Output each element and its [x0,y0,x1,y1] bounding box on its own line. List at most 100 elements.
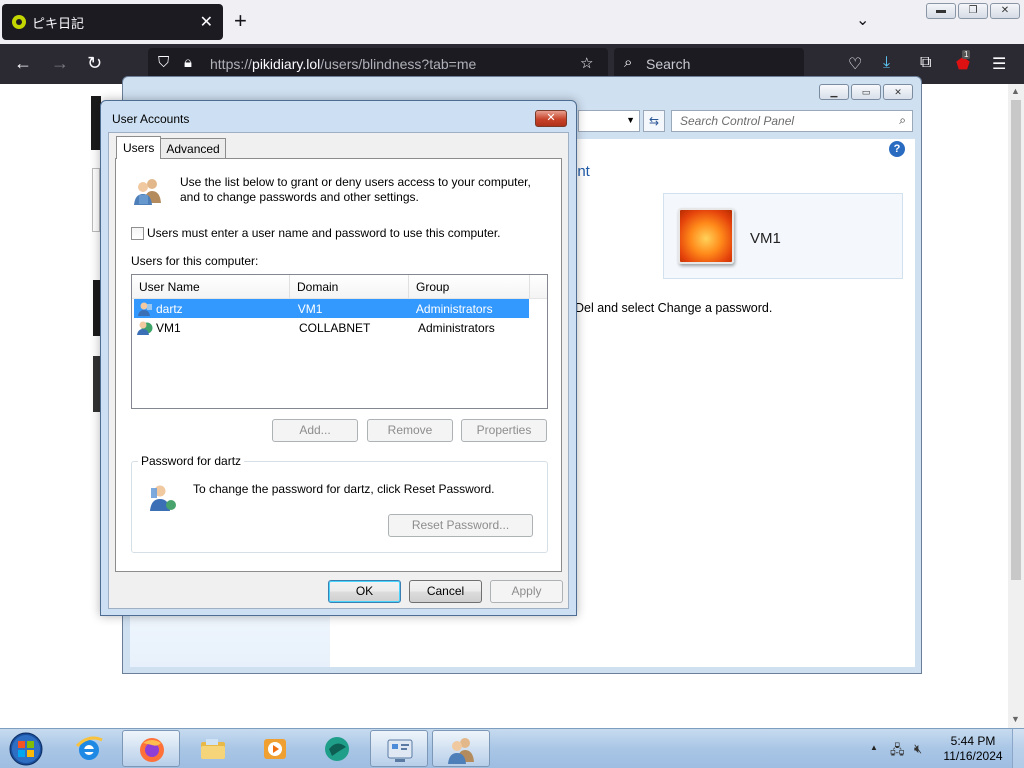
cp-maximize-button[interactable]: ▭ [851,84,881,100]
dialog-title: User Accounts [112,112,190,126]
extensions-icon[interactable]: ⧉ [920,54,931,72]
back-icon[interactable]: ← [14,53,32,74]
cp-search-input[interactable]: Search Control Panel ⌕ [671,110,913,132]
users-list-label: Users for this computer: [131,254,259,268]
taskbar-clock[interactable]: 5:44 PM 11/16/2024 [940,734,1006,764]
user-picture-flower-icon [678,208,734,264]
url-text: https://pikidiary.lol/users/blindness?ta… [210,56,477,72]
clock-time: 5:44 PM [950,734,996,748]
volume-muted-icon[interactable]: 🔇︎ [914,741,922,757]
tracking-protection-shield-icon[interactable]: ⛉ [158,54,169,71]
taskbar-media-player[interactable] [246,730,304,767]
add-user-button[interactable]: Add... [272,419,358,442]
cancel-button[interactable]: Cancel [409,580,482,603]
taskbar-user-accounts[interactable] [432,730,490,767]
dialog-body: Users Advanced Use the list below to gra… [108,132,569,609]
site-favicon-icon [12,15,26,29]
network-icon[interactable]: 🖧 [890,741,905,763]
folder-icon [201,739,225,759]
user-key-icon [150,485,176,511]
search-placeholder: Search [646,56,691,72]
tab-advanced[interactable]: Advanced [160,138,226,159]
window-minimize-button[interactable]: ▬ [926,3,956,19]
row-domain: COLLABNET [299,320,371,335]
teal-globe-icon [325,737,349,761]
downloads-icon[interactable]: ⤓ [883,54,890,72]
intro-line-2: and to change passwords and other settin… [180,190,419,204]
taskbar-firefox[interactable] [122,730,180,767]
taskbar-control-panel[interactable] [370,730,428,767]
taskbar-app-green[interactable] [308,730,366,767]
users-group-icon [134,179,161,205]
search-icon: ⌕ [624,54,633,71]
intro-text: Use the list below to grant or deny user… [180,175,531,205]
tab-title: ピキ日記 [32,15,85,31]
browser-tab[interactable]: ピキ日記 ✕ [2,4,223,40]
require-password-checkbox[interactable]: Users must enter a user name and passwor… [131,226,501,240]
users-list[interactable]: User Name Domain Group dartz VM1 Adminis… [131,274,548,409]
taskbar-internet-explorer[interactable] [60,730,118,767]
lock-icon[interactable]: 🔒︎ [184,54,192,71]
checkbox-box[interactable] [131,226,144,240]
users-list-header: User Name Domain Group [132,275,547,299]
help-icon[interactable]: ? [889,141,905,157]
cp-refresh-icon[interactable]: ⇆ [643,110,665,132]
cp-minimize-button[interactable]: ▁ [819,84,849,100]
user-accounts-icon [448,738,474,764]
dialog-close-button[interactable]: ✕ [535,110,567,127]
remove-user-button[interactable]: Remove [367,419,453,442]
row-group: Administrators [415,301,493,316]
apply-button[interactable]: Apply [490,580,563,603]
reset-password-button[interactable]: Reset Password... [388,514,533,537]
forward-icon[interactable]: → [51,53,69,74]
cp-user-card: VM1 [663,193,903,279]
cp-search-placeholder: Search Control Panel [680,114,795,128]
window-restore-button[interactable]: ❐ [958,3,988,19]
cp-address-bar[interactable]: ▼ [578,110,640,132]
start-orb-icon[interactable] [6,731,46,767]
table-row[interactable]: VM1 COLLABNET Administrators [134,318,545,337]
checkbox-label: Users must enter a user name and passwor… [147,226,501,240]
close-tab-icon[interactable]: ✕ [200,12,213,32]
scroll-up-icon[interactable]: ▲ [1011,86,1020,96]
cp-close-button[interactable]: ✕ [883,84,913,100]
control-panel-caption-buttons: ▁ ▭ ✕ [819,84,913,100]
page-panel-fragment [92,168,100,232]
browser-tab-bar: ピキ日記 ✕ + ⌄ ▬ ❐ ✕ [0,0,1024,44]
row-domain: VM1 [297,301,323,316]
extension-badge: 1 [962,50,971,59]
tab-users[interactable]: Users [116,136,162,159]
scroll-thumb[interactable] [1011,100,1021,580]
user-accounts-dialog: User Accounts ✕ Users Advanced Use the l… [100,100,577,616]
table-row[interactable]: dartz VM1 Administrators [134,299,529,318]
control-panel-icon [387,739,413,762]
pocket-icon[interactable]: ♡ [848,54,862,74]
bookmark-star-icon[interactable]: ☆ [580,54,593,72]
password-instructions: To change the password for dartz, click … [193,482,495,496]
show-desktop-button[interactable] [1012,729,1024,768]
new-tab-icon[interactable]: + [234,8,247,34]
scroll-down-icon[interactable]: ▼ [1011,714,1020,724]
users-tab-panel: Use the list below to grant or deny user… [115,158,562,572]
column-domain[interactable]: Domain [290,275,409,298]
column-user-name[interactable]: User Name [132,275,290,298]
user-icon [138,302,152,316]
chevron-down-icon[interactable]: ▼ [626,115,635,125]
ok-button[interactable]: OK [328,580,401,603]
menu-hamburger-icon[interactable]: ☰ [992,54,1006,74]
row-user-name: VM1 [156,320,181,335]
cp-password-hint: Del and select Change a password. [575,301,773,315]
column-group[interactable]: Group [409,275,530,298]
taskbar: ▲ 🖧 🔇︎ 5:44 PM 11/16/2024 [0,728,1024,768]
page-scrollbar[interactable]: ▲ ▼ [1008,84,1024,728]
reload-icon[interactable]: ↻ [87,53,102,74]
list-all-tabs-icon[interactable]: ⌄ [856,10,869,30]
domain-user-icon [137,321,153,335]
dialog-tabs: Users Advanced [116,136,226,159]
taskbar-file-explorer[interactable] [184,730,242,767]
page-image-fragment [93,280,100,336]
show-hidden-icons-icon[interactable]: ▲ [870,743,878,752]
properties-button[interactable]: Properties [461,419,547,442]
clock-date: 11/16/2024 [943,749,1003,763]
window-close-button[interactable]: ✕ [990,3,1020,19]
